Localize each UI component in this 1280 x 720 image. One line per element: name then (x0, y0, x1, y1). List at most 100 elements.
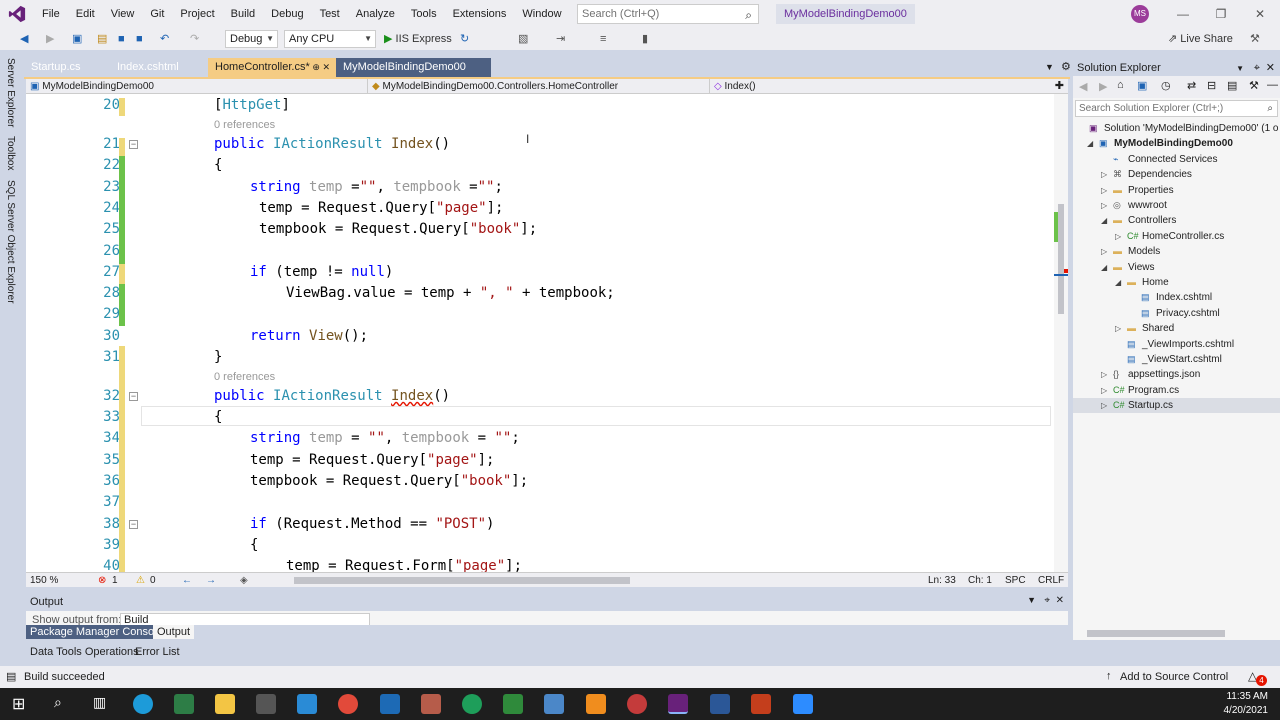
tab-list-icon[interactable]: ▼ (1038, 58, 1054, 77)
tree-item[interactable]: ▷ C# Program.cs (1073, 383, 1280, 398)
menu-window[interactable]: Window (514, 0, 569, 28)
tree-item[interactable]: ▤ Privacy.cshtml (1073, 306, 1280, 321)
home-icon[interactable]: ⌂ (1117, 79, 1124, 91)
word-icon[interactable] (710, 694, 730, 714)
menu-build[interactable]: Build (223, 0, 263, 28)
code-lens-references[interactable]: 0 references (214, 119, 275, 131)
visual-studio-icon[interactable] (668, 694, 688, 714)
tree-item[interactable]: ◢ ▬ Views (1073, 260, 1280, 275)
code-lens-references[interactable]: 0 references (214, 371, 275, 383)
pin-close-icon[interactable]: ⊕ ✕ (312, 58, 330, 77)
app-icon[interactable] (627, 694, 647, 714)
tree-item[interactable]: ▤ _ViewStart.cshtml (1073, 352, 1280, 367)
warning-count[interactable]: 0 (150, 574, 156, 587)
refresh-icon[interactable]: ↻ (460, 31, 469, 47)
expand-icon[interactable]: ▷ (1101, 198, 1113, 213)
tab-homecontroller[interactable]: HomeController.cs* ⊕ ✕ (208, 58, 336, 77)
search-input[interactable]: Search (Ctrl+Q) ⌕ (577, 4, 759, 24)
prev-issue-icon[interactable]: ← (182, 574, 192, 587)
chevron-down-icon[interactable]: ▼ (1027, 595, 1036, 605)
format-icon[interactable]: ≡ (600, 31, 606, 47)
fold-icon[interactable]: − (129, 520, 138, 529)
save-icon[interactable]: ■ (118, 31, 125, 47)
expand-icon[interactable]: ▷ (1115, 229, 1127, 244)
fold-icon[interactable]: − (129, 140, 138, 149)
platform-select[interactable]: Any CPU ▼ (284, 30, 376, 48)
tab-error-list[interactable]: Error List (131, 645, 184, 659)
open-file-icon[interactable]: ▤ (97, 31, 107, 47)
solution-search-input[interactable]: Search Solution Explorer (Ctrl+;) ⌕ (1075, 100, 1278, 117)
tab-project[interactable]: MyModelBindingDemo00 (336, 58, 491, 77)
next-issue-icon[interactable]: → (206, 574, 216, 587)
chrome-icon[interactable] (338, 694, 358, 714)
close-icon[interactable]: ✕ (1056, 595, 1064, 606)
preview-icon[interactable]: — (1267, 79, 1278, 91)
bookmark-icon[interactable]: ▮ (642, 31, 648, 47)
add-source-control-button[interactable]: Add to Source Control (1120, 671, 1228, 683)
expand-icon[interactable]: ▷ (1101, 383, 1113, 398)
chevron-down-icon[interactable]: ▼ (1236, 61, 1244, 76)
cleanup-icon[interactable]: ◈ (240, 574, 248, 587)
tree-item[interactable]: ▷ ▬ Properties (1073, 183, 1280, 198)
expand-icon[interactable]: ▷ (1101, 183, 1113, 198)
tree-item[interactable]: ◢ ▣ MyModelBindingDemo00 (1073, 136, 1280, 151)
collapse-icon[interactable]: ◢ (1115, 275, 1127, 290)
tree-item[interactable]: ▷ ▬ Models (1073, 244, 1280, 259)
expand-icon[interactable]: ▷ (1101, 244, 1113, 259)
member-dropdown[interactable]: ◇ Index() (710, 79, 1050, 94)
scroll-thumb[interactable] (1058, 204, 1064, 314)
class-dropdown[interactable]: ◆ MyModelBindingDemo00.Controllers.HomeC… (368, 79, 710, 94)
tree-item[interactable]: ▷ ▬ Shared (1073, 321, 1280, 336)
restore-icon[interactable]: ❐ (1201, 0, 1241, 28)
fold-icon[interactable]: − (129, 392, 138, 401)
zoom-select[interactable]: 150 % (30, 574, 58, 587)
back-icon[interactable]: ◀ (20, 31, 28, 47)
menu-test[interactable]: Test (312, 0, 348, 28)
gitkraken-icon[interactable] (462, 694, 482, 714)
menu-view[interactable]: View (103, 0, 143, 28)
switch-views-icon[interactable]: ▣ (1137, 79, 1147, 92)
new-project-icon[interactable]: ▣ (72, 31, 82, 47)
project-dropdown[interactable]: ▣ MyModelBindingDemo00 (26, 79, 368, 94)
app-icon[interactable] (421, 694, 441, 714)
menu-edit[interactable]: Edit (68, 0, 103, 28)
split-icon[interactable]: ✚ (1055, 79, 1064, 92)
server-explorer-tab[interactable]: Server Explorer (5, 58, 16, 127)
sublime-icon[interactable] (586, 694, 606, 714)
app-icon[interactable] (503, 694, 523, 714)
expand-icon[interactable]: ▷ (1101, 167, 1113, 182)
step-icon[interactable]: ⇥ (556, 31, 565, 47)
collapse-icon[interactable]: ⊟ (1207, 79, 1216, 92)
clock[interactable]: 11:35 AM 4/20/2021 (1224, 690, 1269, 718)
vertical-scrollbar[interactable] (1054, 94, 1068, 572)
tree-item[interactable]: ▷ ⌘ Dependencies (1073, 167, 1280, 182)
store-icon[interactable] (256, 694, 276, 714)
pin-icon[interactable]: ⌖ (1254, 61, 1260, 76)
minimize-icon[interactable]: — (1163, 0, 1203, 28)
output-source-select[interactable]: Build (120, 613, 370, 625)
horizontal-scrollbar[interactable] (294, 577, 630, 584)
pin-icon[interactable]: ⌖ (1044, 595, 1050, 606)
close-icon[interactable]: ✕ (1266, 61, 1275, 76)
close-icon[interactable]: ✕ (1240, 0, 1280, 28)
tree-item[interactable]: ⌁ Connected Services (1073, 152, 1280, 167)
browser-link-icon[interactable]: ▧ (518, 31, 528, 47)
tree-item[interactable]: ▷{} appsettings.json (1073, 367, 1280, 382)
sync-icon[interactable]: ⇄ (1187, 79, 1196, 92)
feedback-icon[interactable]: ⚒ (1250, 31, 1260, 47)
run-button[interactable]: ▶ IIS Express (384, 31, 452, 47)
show-all-icon[interactable]: ▤ (1227, 79, 1237, 92)
error-count[interactable]: 1 (112, 574, 118, 587)
tree-item[interactable]: ▣ Solution 'MyModelBindingDemo00' (1 o (1073, 121, 1280, 136)
expand-icon[interactable]: ▷ (1101, 398, 1113, 413)
mail-icon[interactable] (297, 694, 317, 714)
zoom-icon[interactable] (793, 694, 813, 714)
live-share-button[interactable]: ⇗ Live Share (1168, 31, 1233, 47)
save-all-icon[interactable]: ■ (136, 31, 143, 47)
tree-item[interactable]: ▤ _ViewImports.cshtml (1073, 337, 1280, 352)
outlook-icon[interactable] (380, 694, 400, 714)
expand-icon[interactable]: ▷ (1115, 321, 1127, 336)
task-view-icon[interactable]: ▥ (93, 694, 106, 711)
tree-item[interactable]: ▷ C# Startup.cs (1073, 398, 1280, 414)
horizontal-scrollbar[interactable] (1087, 630, 1225, 637)
